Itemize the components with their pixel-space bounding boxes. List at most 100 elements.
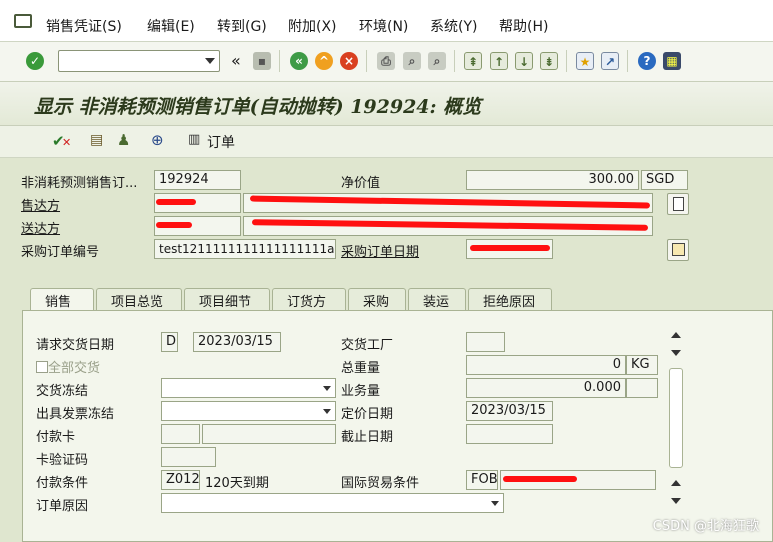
- toolbar-separator: [627, 50, 628, 72]
- weight-unit-field[interactable]: KG: [626, 355, 658, 375]
- checkbox-icon[interactable]: [36, 361, 48, 373]
- back-icon[interactable]: «: [290, 52, 308, 70]
- scroll-down-icon[interactable]: [671, 498, 681, 504]
- orders-icon[interactable]: ▥: [188, 132, 200, 147]
- pricing-date-label: 定价日期: [341, 407, 394, 422]
- orders-button[interactable]: 订单: [207, 132, 235, 152]
- po-number-field[interactable]: test1211111111111111111a...: [154, 239, 336, 259]
- standard-toolbar: ✓ « ▪ « ^ × ⎙ ⌕ ⌕ ⇞ ↑ ↓ ⇟ ★ ↗ ? ▦: [0, 42, 773, 82]
- payment-card-label: 付款卡: [36, 430, 76, 445]
- incoterms-field[interactable]: FOB: [466, 470, 498, 490]
- next-page-icon[interactable]: ↓: [515, 52, 533, 70]
- toolbar-separator: [454, 50, 455, 72]
- po-number-label: 采购订单编号: [21, 245, 100, 260]
- panel-scrollbar[interactable]: [668, 330, 684, 510]
- delivering-plant-label: 交货工厂: [341, 338, 394, 353]
- find-icon[interactable]: ⌕: [403, 52, 421, 70]
- command-dropdown-icon[interactable]: [205, 58, 215, 64]
- toolbar-separator: [566, 50, 567, 72]
- delivery-block-select[interactable]: [161, 378, 336, 398]
- scroll-up-small-icon[interactable]: [671, 480, 681, 486]
- sold-to-label[interactable]: 售达方: [21, 195, 60, 214]
- tab-reason-for-rejection[interactable]: 拒绝原因: [468, 288, 552, 310]
- payment-terms-text: 120天到期: [205, 476, 269, 491]
- tab-procurement[interactable]: 采购: [348, 288, 406, 310]
- command-input[interactable]: [62, 52, 202, 70]
- previous-page-icon[interactable]: ↑: [490, 52, 508, 70]
- redaction-mark: [156, 199, 196, 205]
- application-toolbar: ✔ ✕ ▤ ♟ ⊕ ▥ 订单: [0, 126, 773, 158]
- payment-terms-label: 付款条件: [36, 476, 89, 491]
- tab-sales[interactable]: 销售: [30, 288, 94, 311]
- contact-icon[interactable]: [667, 239, 689, 261]
- tab-item-detail[interactable]: 项目细节: [184, 288, 270, 310]
- delivery-block-label: 交货冻结: [36, 384, 89, 399]
- net-value-field[interactable]: 300.00: [466, 170, 639, 190]
- currency-field[interactable]: SGD: [641, 170, 688, 190]
- total-weight-label: 总重量: [341, 361, 381, 376]
- menu-sales-document[interactable]: 销售凭证(S): [46, 16, 122, 36]
- scroll-down-small-icon[interactable]: [671, 350, 681, 356]
- redaction-mark: [470, 245, 550, 251]
- tab-ordering-party[interactable]: 订货方: [272, 288, 346, 310]
- menu-goto[interactable]: 转到(G): [217, 16, 267, 36]
- command-field[interactable]: [58, 50, 220, 72]
- shortcut-icon[interactable]: ↗: [601, 52, 619, 70]
- menu-help[interactable]: 帮助(H): [499, 16, 548, 36]
- po-date-label[interactable]: 采购订单日期: [341, 241, 419, 260]
- billing-block-select[interactable]: [161, 401, 336, 421]
- req-delivery-type-field[interactable]: D: [161, 332, 178, 352]
- ship-to-label[interactable]: 送达方: [21, 218, 60, 237]
- help-icon[interactable]: ?: [638, 52, 656, 70]
- menu-edit[interactable]: 编辑(E): [147, 16, 195, 36]
- billing-block-label: 出具发票冻结: [36, 407, 115, 422]
- order-reason-select[interactable]: [161, 493, 504, 513]
- payment-terms-field[interactable]: Z012: [161, 470, 200, 490]
- complete-delivery-checkbox[interactable]: 全部交货: [36, 357, 100, 376]
- tab-item-overview[interactable]: 项目总览: [96, 288, 182, 310]
- history-chevron-icon[interactable]: «: [231, 51, 241, 70]
- menu-system[interactable]: 系统(Y): [430, 16, 477, 36]
- first-page-icon[interactable]: ⇞: [464, 52, 482, 70]
- find-next-icon[interactable]: ⌕: [428, 52, 446, 70]
- delete-mark-icon: ✕: [62, 136, 72, 149]
- exit-icon[interactable]: ^: [315, 52, 333, 70]
- delivering-plant-field[interactable]: [466, 332, 505, 352]
- save-icon[interactable]: ▪: [253, 52, 271, 70]
- card-verification-field[interactable]: [161, 447, 216, 467]
- document-flow-icon[interactable]: ⊕: [151, 131, 164, 149]
- req-delivery-date-label: 请求交货日期: [36, 338, 115, 353]
- last-page-icon[interactable]: ⇟: [540, 52, 558, 70]
- volume-unit-field[interactable]: [626, 378, 658, 398]
- pricing-date-field[interactable]: 2023/03/15: [466, 401, 553, 421]
- doc-type-label: 非消耗预测销售订...: [21, 176, 138, 191]
- enter-icon[interactable]: ✓: [26, 52, 44, 70]
- menu-exit-icon[interactable]: [14, 14, 32, 28]
- new-session-icon[interactable]: ★: [576, 52, 594, 70]
- incoterms-label: 国际贸易条件: [341, 476, 420, 491]
- partner-icon[interactable]: ♟: [117, 131, 130, 149]
- page-title: 显示 非消耗预测销售订单(自动抛转) 192924: 概览: [34, 96, 482, 118]
- print-icon[interactable]: ⎙: [377, 52, 395, 70]
- redaction-mark: [156, 222, 192, 228]
- payment-card-type-field[interactable]: [161, 424, 200, 444]
- volume-label: 业务量: [341, 384, 381, 399]
- cancel-icon[interactable]: ×: [340, 52, 358, 70]
- payment-card-number-field[interactable]: [202, 424, 336, 444]
- req-delivery-date-field[interactable]: 2023/03/15: [193, 332, 281, 352]
- scroll-up-icon[interactable]: [671, 332, 681, 338]
- document-icon[interactable]: [667, 193, 689, 215]
- menu-environment[interactable]: 环境(N): [359, 16, 408, 36]
- volume-field[interactable]: 0.000: [466, 378, 626, 398]
- expiry-date-field[interactable]: [466, 424, 553, 444]
- menu-extras[interactable]: 附加(X): [288, 16, 337, 36]
- toolbar-separator: [366, 50, 367, 72]
- watermark: CSDN @北海狂歌: [652, 519, 759, 534]
- total-weight-field[interactable]: 0: [466, 355, 626, 375]
- redaction-mark: [503, 476, 577, 482]
- doc-number-field[interactable]: 192924: [154, 170, 241, 190]
- tab-shipping[interactable]: 装运: [408, 288, 466, 310]
- layout-menu-icon[interactable]: ▦: [663, 52, 681, 70]
- display-document-icon[interactable]: ▤: [90, 132, 103, 148]
- scroll-thumb[interactable]: [669, 368, 683, 468]
